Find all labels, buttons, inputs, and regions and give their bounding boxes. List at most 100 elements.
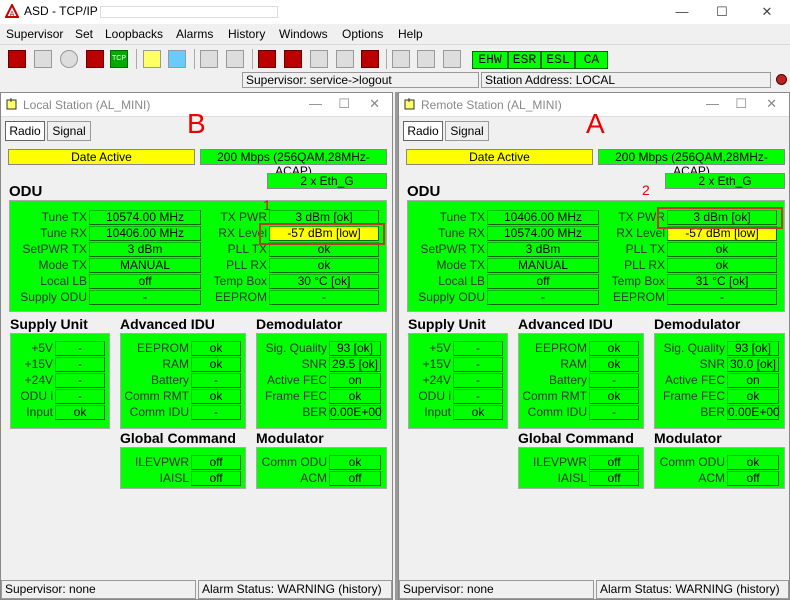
menu-windows[interactable]: Windows <box>279 27 328 41</box>
supply-unit-value: - <box>55 357 105 372</box>
loopback-3-icon[interactable] <box>310 50 328 68</box>
tab-signal[interactable]: Signal <box>47 121 91 141</box>
loopback-4-icon[interactable] <box>336 50 354 68</box>
supply-unit-heading: Supply Unit <box>10 316 88 332</box>
odu-right-label: TX PWR <box>618 210 665 224</box>
maximize-button[interactable]: ☐ <box>707 2 737 22</box>
global-command-label: IAISL <box>159 471 189 485</box>
loopback-2-icon[interactable] <box>284 50 302 68</box>
window-maximize-button[interactable]: ☐ <box>338 96 350 112</box>
bar-chart-icon[interactable] <box>443 50 461 68</box>
remote-station-icon[interactable] <box>168 50 186 68</box>
odu-left-label: Tune RX <box>40 226 87 240</box>
window-title: Remote Station (AL_MINI) <box>421 98 562 112</box>
window-divider <box>395 92 398 600</box>
odu-right-label: RX Level <box>218 226 267 240</box>
toolbar-separator <box>194 49 195 69</box>
demodulator-value: on <box>727 373 779 388</box>
supply-unit-value: - <box>55 373 105 388</box>
odu-right-label: PLL TX <box>227 242 267 256</box>
global-command-label: IAISL <box>557 471 587 485</box>
menu-supervisor[interactable]: Supervisor <box>6 27 63 41</box>
supervisor-login-icon[interactable] <box>8 50 26 68</box>
local-station-icon[interactable] <box>143 50 161 68</box>
tab-radio[interactable]: Radio <box>5 121 45 141</box>
menu-set[interactable]: Set <box>75 27 93 41</box>
tab-radio[interactable]: Radio <box>403 121 443 141</box>
demodulator-value: 93 [ok] <box>727 341 779 356</box>
status-ca: CA <box>575 51 608 69</box>
odu-left-value: off <box>89 274 201 289</box>
menu-options[interactable]: Options <box>342 27 383 41</box>
toolbar: TCP EHW ESR ESL CA <box>0 44 790 72</box>
equipment-icon[interactable] <box>86 50 104 68</box>
demodulator-heading: Demodulator <box>654 316 741 332</box>
window-maximize-button[interactable]: ☐ <box>735 96 747 112</box>
odu-left-label: Local LB <box>438 274 485 288</box>
odu-right-value: ok <box>269 258 379 273</box>
app-titlebar: A ASD - TCP/IP [1 — ☐ ✕ <box>0 0 790 24</box>
advanced-idu-value: - <box>191 405 241 420</box>
demodulator-value: 0.00E+00 <box>329 405 382 420</box>
supply-unit-value: ok <box>453 405 503 420</box>
status-line: Supervisor: service->logout Station Addr… <box>0 72 790 89</box>
window-minimize-button[interactable]: — <box>706 96 719 111</box>
window-close-button[interactable]: ✕ <box>766 96 777 112</box>
odu-left-value: - <box>487 290 599 305</box>
window-close-button[interactable]: ✕ <box>369 96 380 112</box>
odu-heading: ODU <box>9 183 43 200</box>
odu-right-value: - <box>667 290 777 305</box>
demodulator-label: BER <box>700 405 725 419</box>
demodulator-label: Sig. Quality <box>265 341 327 355</box>
advanced-idu-label: Battery <box>150 373 189 387</box>
odu-left-label: SetPWR TX <box>420 242 485 256</box>
odu-left-label: Local LB <box>40 274 87 288</box>
window-minimize-button[interactable]: — <box>309 96 322 111</box>
stop-icon[interactable] <box>60 50 78 68</box>
global-command-value: off <box>191 471 241 486</box>
odu-left-label: SetPWR TX <box>22 242 87 256</box>
supply-unit-value: - <box>453 373 503 388</box>
tcp-icon[interactable]: TCP <box>110 50 128 68</box>
logout-icon[interactable] <box>34 50 52 68</box>
grid-icon[interactable] <box>417 50 435 68</box>
global-command-heading: Global Command <box>518 430 634 446</box>
minimize-button[interactable]: — <box>667 2 697 22</box>
status-esr: ESR <box>508 51 541 69</box>
loopback-5-icon[interactable] <box>361 50 379 68</box>
modulator-label: Comm ODU <box>261 455 327 469</box>
signal-icon[interactable] <box>392 50 410 68</box>
advanced-idu-label: Battery <box>548 373 587 387</box>
advanced-idu-label: Comm IDU <box>527 405 587 419</box>
window-supervisor-status: Supervisor: none <box>399 580 594 599</box>
menu-help[interactable]: Help <box>398 27 423 41</box>
odu-right-label: RX Level <box>616 226 665 240</box>
advanced-idu-label: RAM <box>162 357 189 371</box>
odu-left-value: 10574.00 MHz <box>89 210 201 225</box>
odu-left-label: Mode TX <box>38 258 87 272</box>
svg-text:A: A <box>10 11 15 18</box>
menu-alarms[interactable]: Alarms <box>176 27 213 41</box>
advanced-idu-value: ok <box>191 389 241 404</box>
demodulator-label: Active FEC <box>266 373 327 387</box>
supply-unit-value: - <box>55 341 105 356</box>
station-address: Station Address: LOCAL <box>481 72 771 88</box>
global-command-heading: Global Command <box>120 430 236 446</box>
tab-signal[interactable]: Signal <box>445 121 489 141</box>
advanced-idu-value: ok <box>589 357 639 372</box>
status-ehw: EHW <box>472 51 508 69</box>
close-button[interactable]: ✕ <box>752 2 782 22</box>
menu-loopbacks[interactable]: Loopbacks <box>105 27 163 41</box>
loopback-1-icon[interactable] <box>258 50 276 68</box>
antenna-icon[interactable] <box>226 50 244 68</box>
demodulator-label: Frame FEC <box>264 389 327 403</box>
advanced-idu-label: RAM <box>560 357 587 371</box>
advanced-idu-heading: Advanced IDU <box>518 316 613 332</box>
tools-icon[interactable] <box>200 50 218 68</box>
global-command-label: ILEVPWR <box>134 455 189 469</box>
toolbar-separator <box>386 49 387 69</box>
odu-left-value: - <box>89 290 201 305</box>
interface-indicator: 2 x Eth_G <box>267 173 387 189</box>
supply-unit-heading: Supply Unit <box>408 316 486 332</box>
menu-history[interactable]: History <box>228 27 265 41</box>
